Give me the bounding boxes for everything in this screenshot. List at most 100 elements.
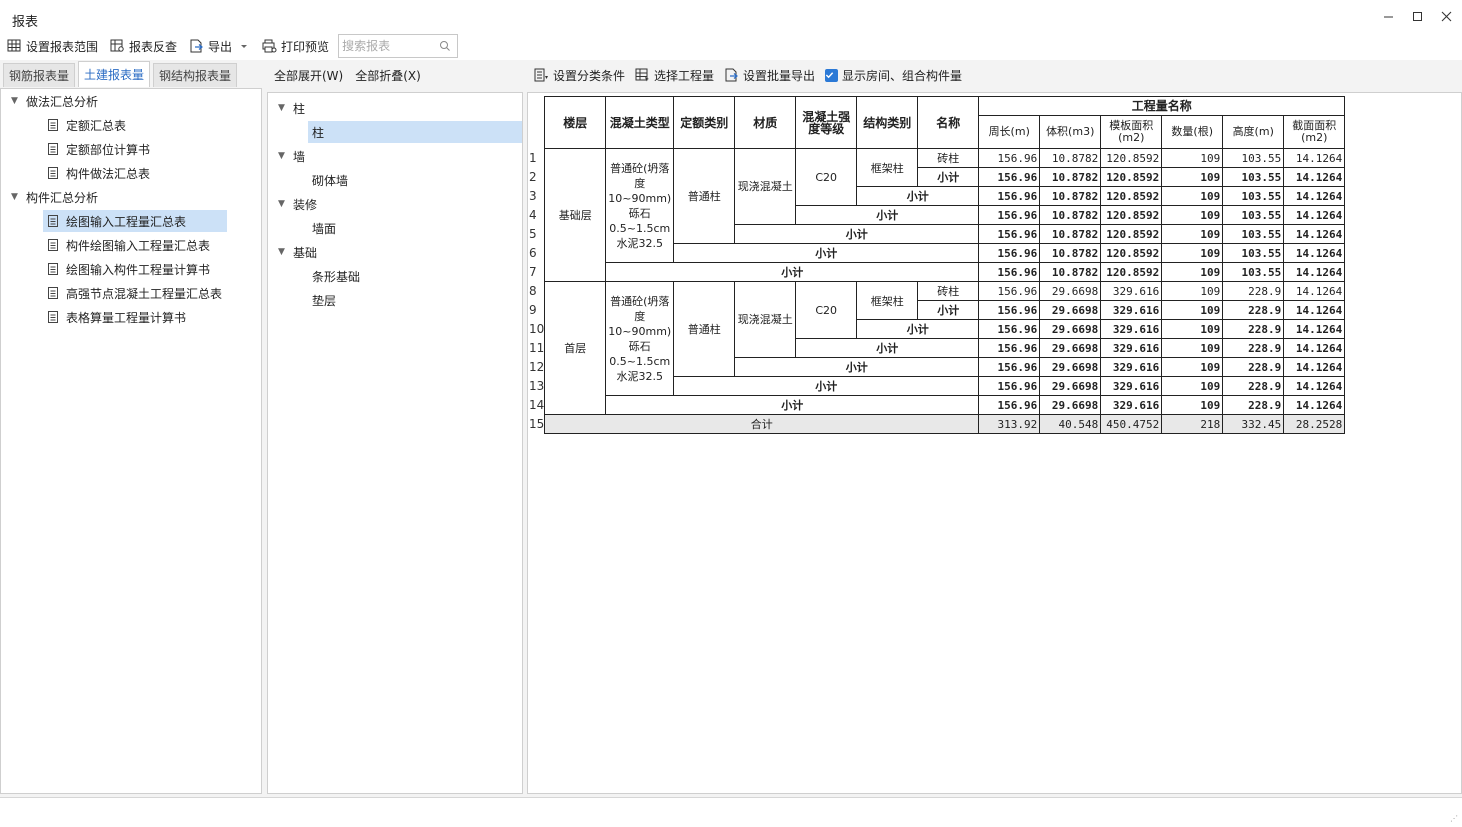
show-room-component-checkbox[interactable]: 显示房间、组合构件量 [825, 67, 962, 84]
cell-height: 103.55 [1222, 224, 1285, 244]
report-search-input[interactable] [339, 35, 436, 57]
cell-count: 109 [1161, 395, 1224, 415]
tree-group-label: 构件汇总分析 [26, 190, 99, 205]
row-number: 5 [528, 224, 546, 244]
tree-item-masonry-wall[interactable]: 砌体墙 [308, 169, 352, 191]
cell-floor: 首层 [544, 281, 607, 415]
report-type-tabs: 钢筋报表量 土建报表量 钢结构报表量 [0, 61, 262, 87]
tab-civil-report[interactable]: 土建报表量 [78, 61, 151, 87]
row-number: 8 [528, 281, 546, 301]
expanded-arrow-icon[interactable]: ▼ [11, 96, 21, 106]
select-quantity-button[interactable]: 选择工程量 [635, 67, 714, 84]
tree-item-table-calc[interactable]: 表格算量工程量计算书 [43, 306, 190, 328]
chevron-down-icon[interactable] [238, 41, 250, 51]
grid-search-icon [110, 39, 124, 52]
cell-perimeter: 156.96 [978, 300, 1041, 320]
cell-height: 228.9 [1222, 376, 1285, 396]
table-row[interactable]: 7 小计 156.96 10.8782 120.8592 109 103.55 14.1264 [528, 262, 1346, 282]
report-reverse-button[interactable]: 报表反查 [105, 35, 182, 57]
tree-item-cushion[interactable]: 垫层 [308, 289, 340, 311]
header-floor: 楼层 [544, 96, 607, 149]
cell-perimeter: 156.96 [978, 186, 1041, 206]
document-icon [48, 287, 58, 299]
tree-item-drawing-input-summary[interactable]: 绘图输入工程量汇总表 [43, 210, 227, 232]
collapse-all-button[interactable]: 全部折叠(X) [355, 67, 421, 84]
main-toolbar: 设置报表范围 报表反查 导出 打印预览 [0, 32, 1462, 60]
tree-group-component-summary[interactable]: ▼ 构件汇总分析 [11, 186, 98, 208]
tree-group-label: 装修 [293, 197, 318, 212]
expanded-arrow-icon[interactable]: ▼ [11, 192, 21, 202]
resize-grip-icon[interactable]: ⋰ [1450, 814, 1458, 823]
table-row[interactable]: 1 基础层 普通砼(坍落度10~90mm) 砾石0.5~1.5cm 水泥32.5 普通… [528, 148, 1346, 282]
set-classification-button[interactable]: 设置分类条件 [534, 67, 625, 84]
tree-item-label: 定额部位计算书 [66, 142, 151, 157]
close-button[interactable] [1440, 10, 1452, 22]
tree-item-strip-foundation[interactable]: 条形基础 [308, 265, 364, 287]
cell-section-area: 14.1264 [1283, 148, 1346, 168]
set-report-range-button[interactable]: 设置报表范围 [2, 35, 103, 57]
cell-formwork-area: 329.616 [1100, 319, 1163, 339]
maximize-icon [1412, 11, 1422, 21]
tree-item-column[interactable]: 柱 [308, 121, 522, 143]
print-preview-label: 打印预览 [281, 39, 330, 54]
tree-item-high-strength-node-summary[interactable]: 高强节点混凝土工程量汇总表 [43, 282, 226, 304]
cell-count: 109 [1161, 281, 1224, 301]
cell-volume: 29.6698 [1039, 357, 1102, 377]
cell-volume: 29.6698 [1039, 376, 1102, 396]
cell-volume: 10.8782 [1039, 148, 1102, 168]
minimize-button[interactable] [1382, 10, 1394, 22]
table-row[interactable]: 8 首层 普通砼(坍落度10~90mm) 砾石0.5~1.5cm 水泥32.5 普通柱… [528, 281, 1346, 415]
cell-perimeter: 156.96 [978, 262, 1041, 282]
tree-group-wall[interactable]: ▼ 墙 [278, 145, 305, 167]
search-icon[interactable] [439, 40, 451, 52]
cell-height: 228.9 [1222, 395, 1285, 415]
row-number: 4 [528, 205, 546, 225]
cell-count: 109 [1161, 186, 1224, 206]
tree-item-quota-summary[interactable]: 定额汇总表 [43, 114, 130, 136]
tree-item-component-method-summary[interactable]: 构件做法汇总表 [43, 162, 154, 184]
checkbox-checked-icon[interactable] [825, 68, 839, 82]
header-volume: 体积(m3) [1039, 115, 1102, 149]
maximize-button[interactable] [1411, 10, 1423, 22]
tree-item-component-drawing-summary[interactable]: 构件绘图输入工程量汇总表 [43, 234, 214, 256]
tree-group-column[interactable]: ▼ 柱 [278, 97, 305, 119]
tree-item-label: 定额汇总表 [66, 118, 127, 133]
cell-count: 109 [1161, 357, 1224, 377]
cell-formwork-area: 120.8592 [1100, 148, 1163, 168]
cell-section-area: 14.1264 [1283, 376, 1346, 396]
cell-subtotal: 小计 [605, 395, 980, 415]
report-content-area: 楼层 混凝土类型 定额类别 材质 混凝土强度等级 结构类别 名称 工程量名称 周… [527, 92, 1462, 794]
tree-group-decoration[interactable]: ▼ 装修 [278, 193, 317, 215]
cell-structure-category: 框架柱 [856, 281, 919, 320]
cell-total-label: 合计 [544, 414, 980, 434]
tree-item-quota-part-calc[interactable]: 定额部位计算书 [43, 138, 154, 160]
report-category-panel: 钢筋报表量 土建报表量 钢结构报表量 ▼ 做法汇总分析 定额汇总表 定额部位计算… [0, 61, 262, 794]
tab-steel-report[interactable]: 钢结构报表量 [153, 63, 238, 87]
table-row[interactable]: 14 小计 156.96 29.6698 329.616 109 228.9 14.1264 [528, 395, 1346, 415]
cell-name: 砖柱 [917, 281, 980, 301]
expanded-arrow-icon[interactable]: ▼ [278, 103, 288, 113]
tree-item-wall-surface[interactable]: 墙面 [308, 217, 340, 239]
expanded-arrow-icon[interactable]: ▼ [278, 151, 288, 161]
table-row-total[interactable]: 15 合计 313.92 40.548 450.4752 218 332.45 28.2528 [528, 414, 1346, 434]
cell-section-area: 14.1264 [1283, 205, 1346, 225]
tab-rebar-report[interactable]: 钢筋报表量 [3, 63, 76, 87]
row-number: 15 [528, 414, 546, 434]
expanded-arrow-icon[interactable]: ▼ [278, 247, 288, 257]
header-name: 名称 [917, 96, 980, 149]
expand-all-button[interactable]: 全部展开(W) [274, 67, 343, 84]
export-button[interactable]: 导出 [184, 35, 255, 57]
minimize-icon [1383, 16, 1393, 17]
cell-concrete-type: 普通砼(坍落度10~90mm) 砾石0.5~1.5cm 水泥32.5 [605, 148, 675, 263]
cell-height: 228.9 [1222, 338, 1285, 358]
batch-export-button[interactable]: 设置批量导出 [724, 67, 815, 84]
tree-item-drawing-component-calc[interactable]: 绘图输入构件工程量计算书 [43, 258, 214, 280]
tree-group-method-summary[interactable]: ▼ 做法汇总分析 [11, 90, 98, 112]
cell-material: 现浇混凝土 [734, 148, 797, 225]
print-preview-button[interactable]: 打印预览 [257, 35, 334, 57]
cell-volume: 29.6698 [1039, 395, 1102, 415]
tree-group-foundation[interactable]: ▼ 基础 [278, 241, 317, 263]
cell-section-area: 14.1264 [1283, 186, 1346, 206]
expanded-arrow-icon[interactable]: ▼ [278, 199, 288, 209]
cell-total-count: 218 [1161, 414, 1224, 434]
